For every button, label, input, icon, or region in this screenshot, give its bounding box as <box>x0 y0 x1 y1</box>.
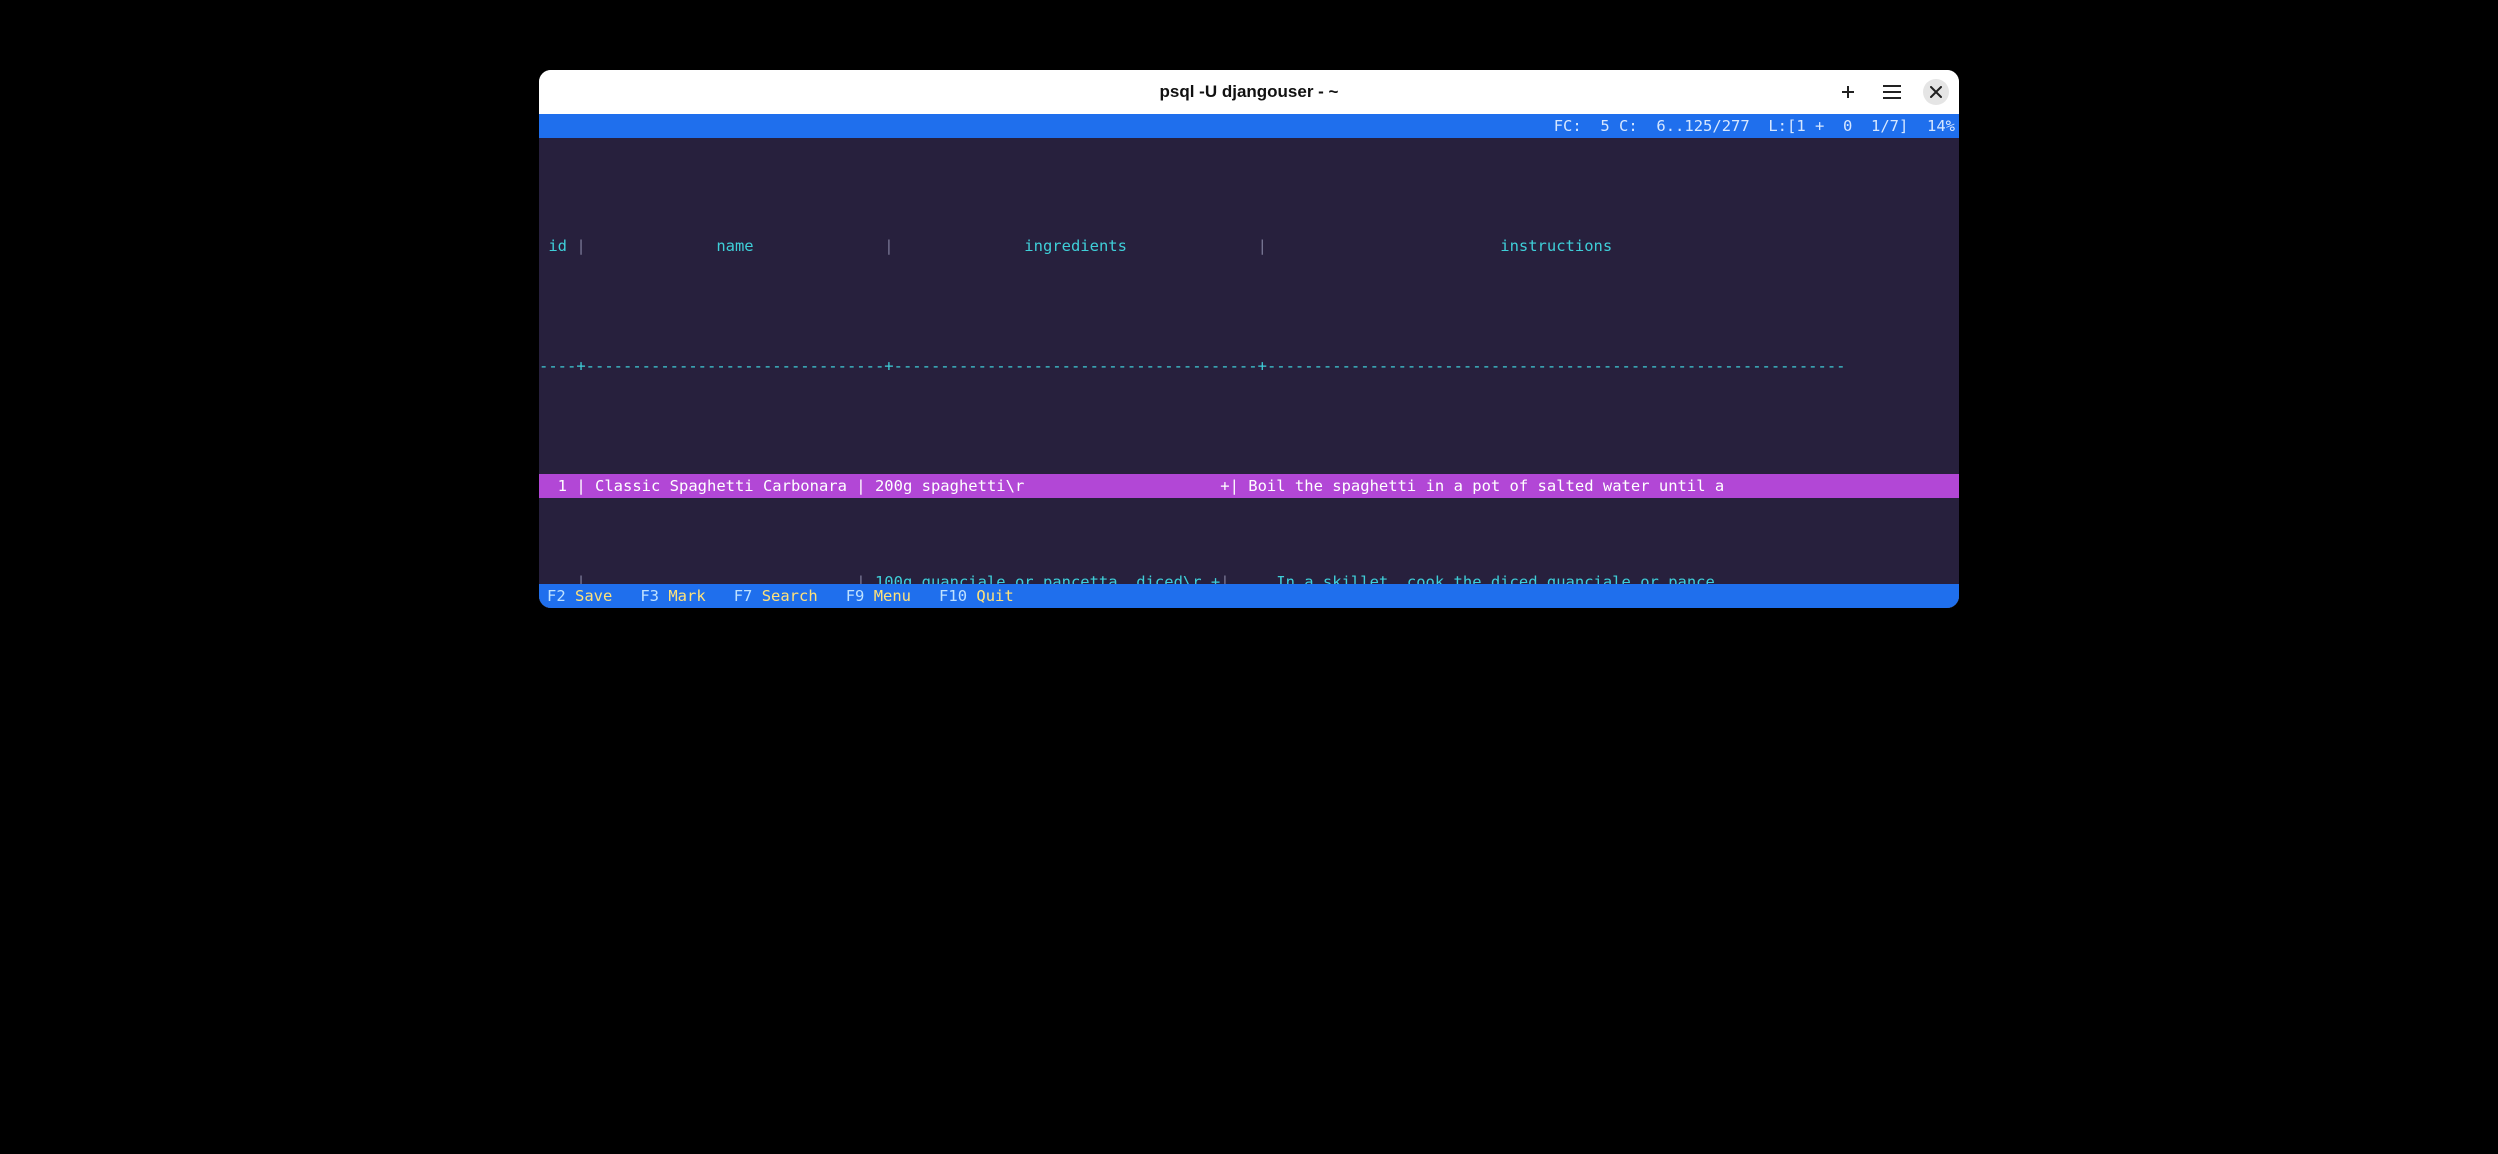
col-name: name <box>586 234 885 258</box>
pager-fkey-bar: F2 Save F3 Mark F7 Search F9 Menu F10 Qu… <box>539 584 1959 608</box>
pipe: | <box>884 234 893 258</box>
f3-label: Mark <box>659 584 706 608</box>
plus-icon <box>1840 84 1856 100</box>
f2-key[interactable]: F2 <box>547 584 566 608</box>
menu-button[interactable] <box>1879 79 1905 105</box>
terminal-window: psql -U djangouser - ~ FC: 5 C: 6..125/2… <box>539 70 1959 608</box>
f7-label: Search <box>752 584 817 608</box>
table-header: id | name | ingredients | instructions <box>539 234 1959 258</box>
f3-key[interactable]: F3 <box>640 584 659 608</box>
pager-status-text: FC: 5 C: 6..125/277 L:[1 + 0 1/7] 14% <box>1554 117 1955 135</box>
col-id: id <box>539 234 576 258</box>
cell-ingredients: 200g spaghetti\r + <box>866 474 1230 498</box>
new-tab-button[interactable] <box>1835 79 1861 105</box>
close-icon <box>1930 86 1942 98</box>
col-instructions: instructions <box>1267 234 1846 258</box>
f2-label: Save <box>566 584 613 608</box>
f7-key[interactable]: F7 <box>734 584 753 608</box>
f9-key[interactable]: F9 <box>846 584 865 608</box>
terminal-viewport[interactable]: FC: 5 C: 6..125/277 L:[1 + 0 1/7] 14% id… <box>539 114 1959 608</box>
col-ingredients: ingredients <box>894 234 1258 258</box>
cell-id: 1 <box>539 474 576 498</box>
close-button[interactable] <box>1923 79 1949 105</box>
f10-label: Quit <box>967 584 1014 608</box>
titlebar-controls <box>1835 79 1949 105</box>
table-row-selected[interactable]: 1 | Classic Spaghetti Carbonara | 200g s… <box>539 474 1959 498</box>
f9-label: Menu <box>864 584 911 608</box>
pager-body: id | name | ingredients | instructions -… <box>539 138 1959 584</box>
pipe: | <box>576 234 585 258</box>
titlebar: psql -U djangouser - ~ <box>539 70 1959 114</box>
window-title: psql -U djangouser - ~ <box>1160 82 1339 102</box>
table-row[interactable]: | | 100g guanciale or pancetta, diced\r … <box>539 570 1959 584</box>
cell-name: Classic Spaghetti Carbonara <box>586 474 857 498</box>
cell-instructions: Boil the spaghetti in a pot of salted wa… <box>1239 474 1724 498</box>
pipe: | <box>1258 234 1267 258</box>
hamburger-icon <box>1883 85 1901 99</box>
pager-status-bar: FC: 5 C: 6..125/277 L:[1 + 0 1/7] 14% <box>539 114 1959 138</box>
f10-key[interactable]: F10 <box>939 584 967 608</box>
table-divider: ----+--------------------------------+--… <box>539 354 1959 378</box>
